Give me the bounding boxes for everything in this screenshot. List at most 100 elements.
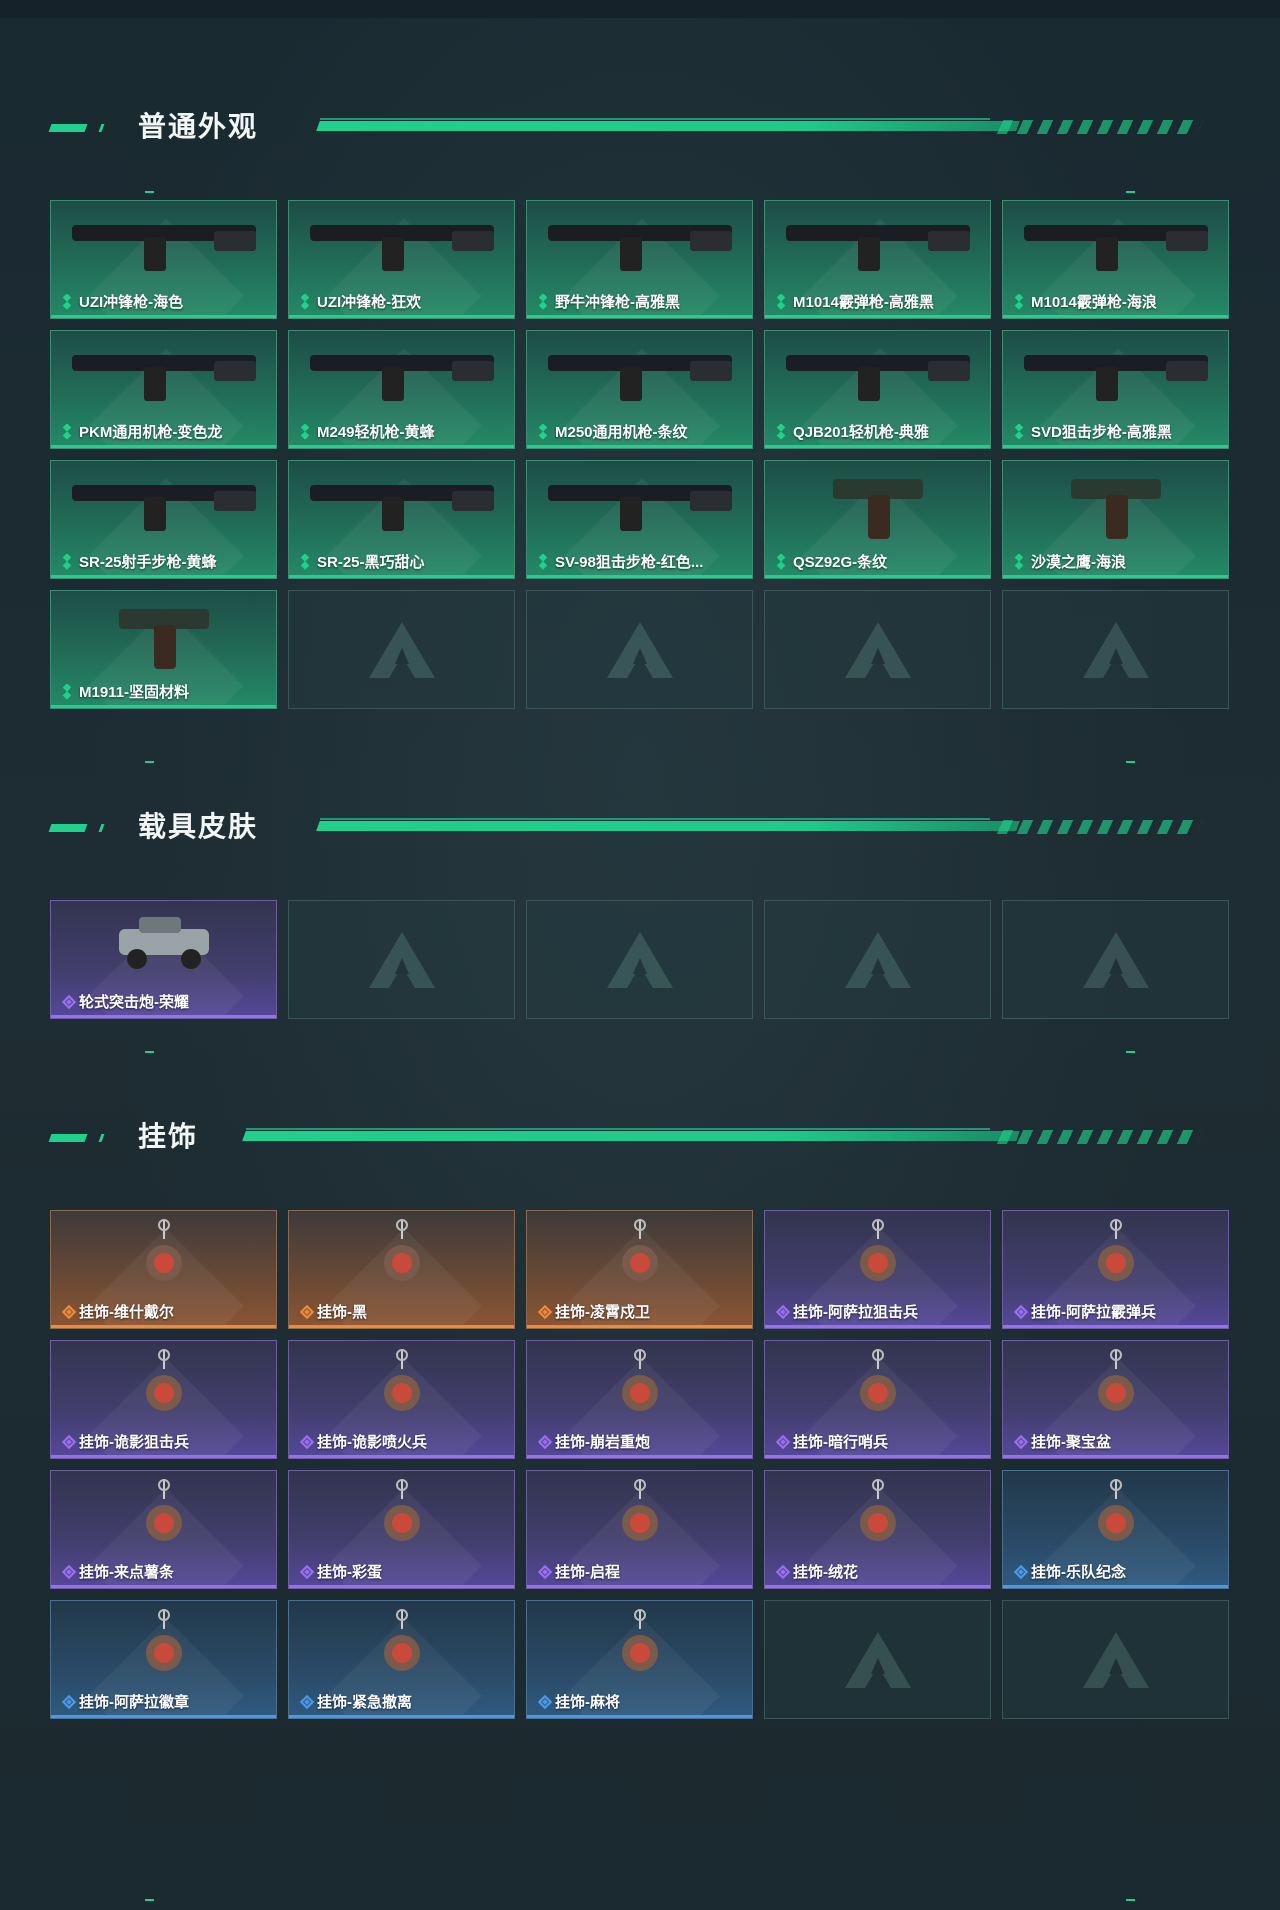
header-checker	[996, 820, 1204, 834]
rarity-diamond-icon	[61, 994, 77, 1010]
item-card[interactable]: SR-25-黑巧甜心	[288, 460, 515, 579]
rarity-diamond-icon	[299, 1564, 315, 1580]
logo-watermark-icon	[1081, 1630, 1151, 1690]
item-card[interactable]: UZI冲锋枪-海色	[50, 200, 277, 319]
items-grid: 挂饰-维什戴尔 挂饰-黑 挂饰-凌霄戍卫 挂饰-阿萨拉狙击兵 挂饰-阿萨拉霰弹兵挂饰-诡…	[50, 1210, 1229, 1719]
charm-egg-icon	[372, 1477, 432, 1572]
item-card[interactable]: 挂饰-彩蛋	[288, 1470, 515, 1589]
item-card[interactable]: 挂饰-诡影狙击兵	[50, 1340, 277, 1459]
item-label-row: 轮式突击炮-荣耀	[61, 991, 270, 1012]
header-dash	[48, 1134, 88, 1142]
item-name: M250通用机枪-条纹	[555, 424, 688, 441]
bizon-smg-black-icon	[540, 207, 740, 282]
item-name: 挂饰-崩岩重炮	[555, 1434, 650, 1451]
item-card[interactable]: SV-98狙击步枪-红色...	[526, 460, 753, 579]
empty-slot	[288, 590, 515, 709]
item-label-row: UZI冲锋枪-狂欢	[299, 291, 508, 312]
item-card[interactable]: UZI冲锋枪-狂欢	[288, 200, 515, 319]
item-name: 挂饰-诡影狙击兵	[79, 1434, 189, 1451]
rarity-diamond-icon	[61, 1304, 77, 1320]
item-label-row: SV-98狙击步枪-红色...	[537, 551, 746, 572]
item-card[interactable]: 挂饰-绒花	[764, 1470, 991, 1589]
section-header: 普通外观	[0, 107, 1280, 147]
item-label-row: M250通用机枪-条纹	[537, 421, 746, 442]
item-label-row: 沙漠之鹰-海浪	[1013, 551, 1222, 572]
charm-sentry-icon	[848, 1347, 908, 1442]
rarity-diamond-icon	[775, 422, 787, 440]
logo-watermark-icon	[367, 930, 437, 990]
item-card[interactable]: M1014霰弹枪-海浪	[1002, 200, 1229, 319]
rarity-diamond-icon	[299, 292, 311, 310]
item-name: 挂饰-暗行哨兵	[793, 1434, 888, 1451]
m250-stripe-icon	[540, 337, 740, 412]
header-dash	[98, 824, 105, 832]
logo-watermark-icon	[843, 930, 913, 990]
item-name: 挂饰-乐队纪念	[1031, 1564, 1126, 1581]
item-card[interactable]: 挂饰-暗行哨兵	[764, 1340, 991, 1459]
qjb201-icon	[778, 337, 978, 412]
item-card[interactable]: M249轻机枪-黄蜂	[288, 330, 515, 449]
rarity-diamond-icon	[775, 1304, 791, 1320]
item-card[interactable]: 挂饰-阿萨拉徽章	[50, 1600, 277, 1719]
item-card[interactable]: 沙漠之鹰-海浪	[1002, 460, 1229, 579]
item-card[interactable]: 挂饰-阿萨拉狙击兵	[764, 1210, 991, 1329]
item-card[interactable]: 挂饰-崩岩重炮	[526, 1340, 753, 1459]
rarity-diamond-icon	[537, 422, 549, 440]
item-card[interactable]: M1014霰弹枪-高雅黑	[764, 200, 991, 319]
item-name: 挂饰-启程	[555, 1564, 620, 1581]
item-card[interactable]: 挂饰-来点薯条	[50, 1470, 277, 1589]
item-label-row: 挂饰-阿萨拉徽章	[61, 1691, 270, 1712]
item-label-row: QJB201轻机枪-典雅	[775, 421, 984, 442]
rarity-diamond-icon	[1013, 422, 1025, 440]
rarity-diamond-icon	[61, 1564, 77, 1580]
rarity-diamond-icon	[537, 1694, 553, 1710]
empty-slot	[526, 900, 753, 1019]
logo-watermark-icon	[843, 620, 913, 680]
item-card[interactable]: 挂饰-聚宝盆	[1002, 1340, 1229, 1459]
item-card[interactable]: QSZ92G-条纹	[764, 460, 991, 579]
item-name: 挂饰-彩蛋	[317, 1564, 382, 1581]
empty-slot	[1002, 900, 1229, 1019]
section-title: 普通外观	[138, 111, 259, 142]
desert-eagle-icon	[1056, 467, 1176, 552]
item-card[interactable]: 挂饰-诡影喷火兵	[288, 1340, 515, 1459]
shotgun-wave-icon	[1016, 207, 1216, 282]
logo-watermark-icon	[1081, 620, 1151, 680]
rarity-diamond-icon	[61, 552, 73, 570]
header-line	[246, 1128, 990, 1130]
rarity-diamond-icon	[537, 1564, 553, 1580]
item-card[interactable]: M250通用机枪-条纹	[526, 330, 753, 449]
rarity-diamond-icon	[775, 1434, 791, 1450]
item-name: QJB201轻机枪-典雅	[793, 424, 929, 441]
item-name: SVD狙击步枪-高雅黑	[1031, 424, 1172, 441]
item-card[interactable]: 野牛冲锋枪-高雅黑	[526, 200, 753, 319]
sv98-red-icon	[540, 467, 740, 542]
item-card[interactable]: 挂饰-阿萨拉霰弹兵	[1002, 1210, 1229, 1329]
tick-mark	[145, 761, 154, 763]
item-name: M1014霰弹枪-高雅黑	[793, 294, 934, 311]
rarity-diamond-icon	[61, 292, 73, 310]
item-name: 挂饰-聚宝盆	[1031, 1434, 1111, 1451]
item-card[interactable]: 挂饰-凌霄戍卫	[526, 1210, 753, 1329]
logo-watermark-icon	[605, 930, 675, 990]
item-label-row: 挂饰-暗行哨兵	[775, 1431, 984, 1452]
item-card[interactable]: 挂饰-乐队纪念	[1002, 1470, 1229, 1589]
charm-rock-icon	[610, 1347, 670, 1442]
item-card[interactable]: 挂饰-维什戴尔	[50, 1210, 277, 1329]
rarity-diamond-icon	[1013, 1434, 1029, 1450]
item-name: UZI冲锋枪-海色	[79, 294, 184, 311]
item-label-row: 挂饰-诡影喷火兵	[299, 1431, 508, 1452]
item-card[interactable]: 挂饰-黑	[288, 1210, 515, 1329]
item-card[interactable]: 挂饰-启程	[526, 1470, 753, 1589]
item-card[interactable]: 轮式突击炮-荣耀	[50, 900, 277, 1019]
item-name: 轮式突击炮-荣耀	[79, 994, 189, 1011]
item-card[interactable]: PKM通用机枪-变色龙	[50, 330, 277, 449]
item-card[interactable]: M1911-坚固材料	[50, 590, 277, 709]
item-card[interactable]: SR-25射手步枪-黄蜂	[50, 460, 277, 579]
tick-mark	[1126, 1899, 1135, 1901]
rarity-diamond-icon	[537, 292, 549, 310]
item-card[interactable]: 挂饰-麻将	[526, 1600, 753, 1719]
item-card[interactable]: QJB201轻机枪-典雅	[764, 330, 991, 449]
item-card[interactable]: 挂饰-紧急撤离	[288, 1600, 515, 1719]
item-card[interactable]: SVD狙击步枪-高雅黑	[1002, 330, 1229, 449]
